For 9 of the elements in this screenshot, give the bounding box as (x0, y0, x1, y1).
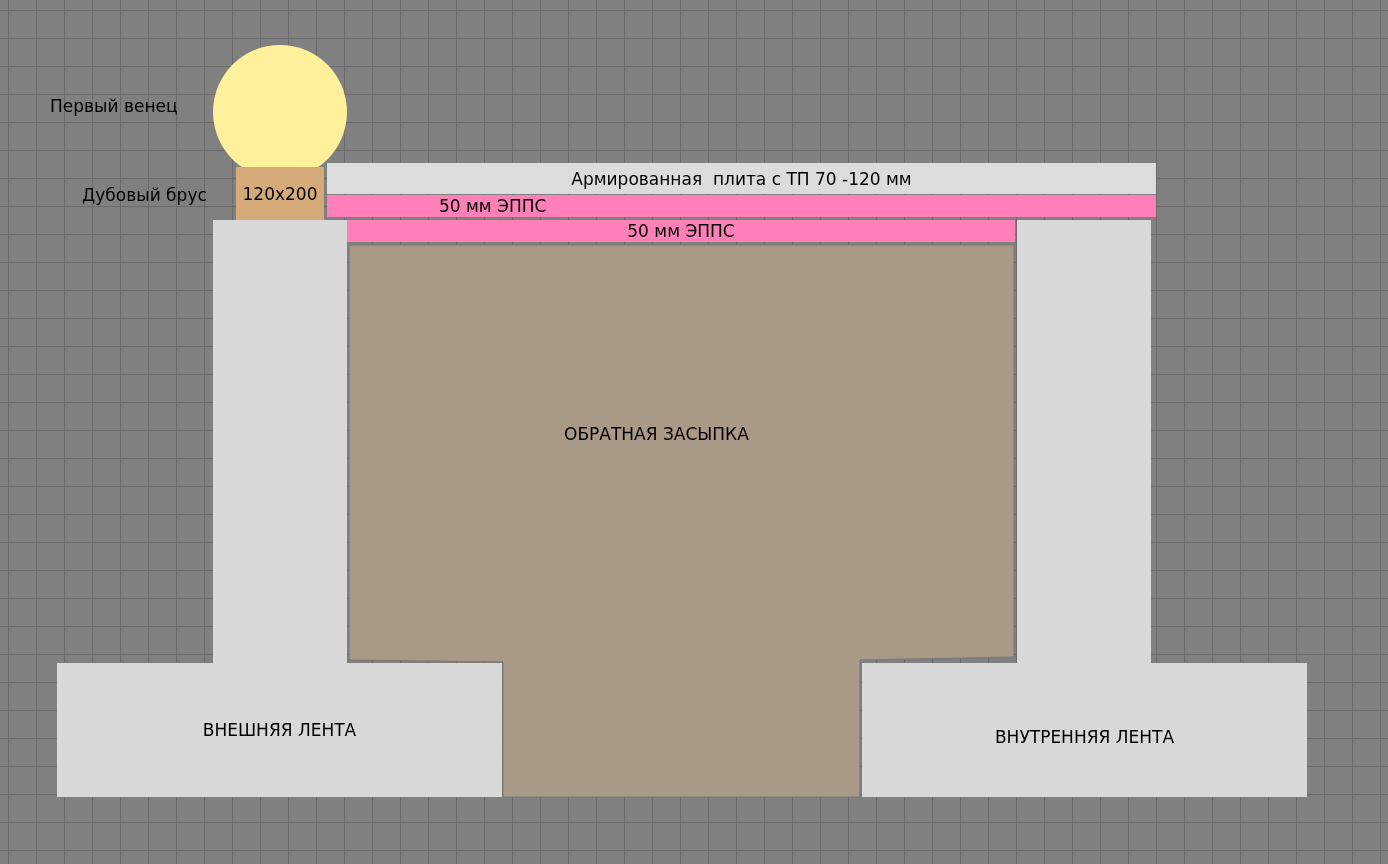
oak-beam: 120x200 (236, 167, 324, 220)
backfill-label: ОБРАТНАЯ ЗАСЫПКА (564, 424, 749, 444)
insulation-layer: 50 мм ЭППС (347, 220, 1015, 242)
insulation-layer: 50 мм ЭППС (327, 195, 1156, 217)
inner-strip: ВНУТРЕННЯЯ ЛЕНТА (862, 663, 1307, 797)
slab: Армированная плита с ТП 70 -120 мм (327, 163, 1156, 194)
outer-strip: ВНЕШНЯЯ ЛЕНТА (57, 663, 502, 797)
first-crown-label: Первый венец (50, 96, 178, 116)
oak-beam-label: Дубовый брус (82, 185, 207, 205)
